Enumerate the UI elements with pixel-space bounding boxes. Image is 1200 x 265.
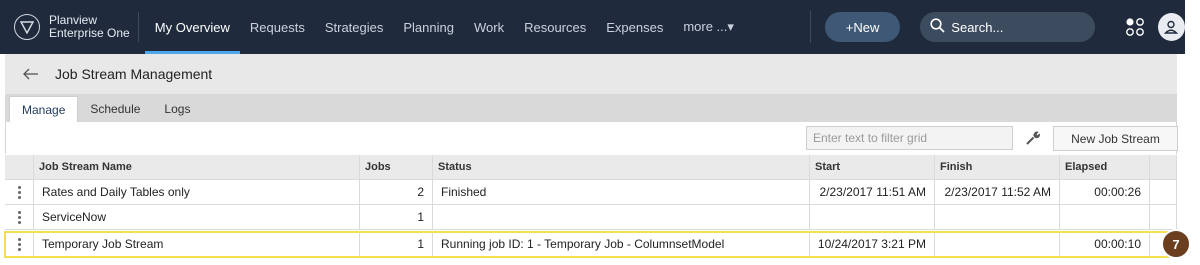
table-row[interactable]: Rates and Daily Tables only 2 Finished 2… xyxy=(5,180,1177,205)
cell-jobs: 2 xyxy=(360,180,433,205)
logo-line-1: Planview xyxy=(49,13,98,27)
page-header: Job Stream Management xyxy=(5,54,1177,94)
cell-jobs: 1 xyxy=(360,232,433,257)
callout-badge: 7 xyxy=(1161,229,1191,259)
nav-divider xyxy=(137,12,139,42)
nav-planning[interactable]: Planning xyxy=(393,0,464,54)
cell-finish xyxy=(935,232,1060,257)
cell-finish: 2/23/2017 11:52 AM xyxy=(935,180,1060,205)
top-navigation-bar: Planview Enterprise One My Overview Requ… xyxy=(0,0,1185,54)
row-menu-icon[interactable] xyxy=(5,205,34,230)
logo-text: Planview Enterprise One xyxy=(49,14,130,40)
cell-start: 2/23/2017 11:51 AM xyxy=(810,180,935,205)
tab-logs[interactable]: Logs xyxy=(152,96,202,122)
header-menu-cell xyxy=(5,155,34,180)
nav-requests[interactable]: Requests xyxy=(240,0,315,54)
wrench-icon[interactable] xyxy=(1025,130,1041,146)
apps-icon[interactable] xyxy=(1125,16,1146,38)
tab-manage[interactable]: Manage xyxy=(9,96,79,122)
search-icon xyxy=(930,18,945,36)
table-row[interactable]: ServiceNow 1 xyxy=(5,205,1177,230)
tab-bar: Manage Schedule Logs xyxy=(5,94,1177,122)
cell-jobs: 1 xyxy=(360,205,433,230)
cell-elapsed xyxy=(1060,205,1150,230)
page-title: Job Stream Management xyxy=(55,66,213,82)
cell-name: Temporary Job Stream xyxy=(34,232,360,257)
cell-finish xyxy=(935,205,1060,230)
user-icon[interactable] xyxy=(1157,13,1185,41)
cell-name: ServiceNow xyxy=(34,205,360,230)
row-filler-cell xyxy=(1150,205,1177,230)
search-placeholder: Search... xyxy=(951,19,1004,35)
global-search-box[interactable]: Search... xyxy=(920,12,1095,42)
cell-status xyxy=(433,205,810,230)
grid-toolbar: New Job Stream xyxy=(5,122,1178,154)
new-job-stream-button[interactable]: New Job Stream xyxy=(1053,126,1178,151)
filter-grid-input[interactable] xyxy=(806,126,1013,150)
nav-strategies[interactable]: Strategies xyxy=(315,0,394,54)
column-header-elapsed[interactable]: Elapsed xyxy=(1060,155,1150,180)
cell-status: Finished xyxy=(433,180,810,205)
column-header-jobs[interactable]: Jobs xyxy=(360,155,433,180)
cell-elapsed: 00:00:10 xyxy=(1060,232,1150,257)
header-filler-cell xyxy=(1150,155,1177,180)
row-menu-icon[interactable] xyxy=(5,232,34,257)
cell-status: Running job ID: 1 - Temporary Job - Colu… xyxy=(433,232,810,257)
logo-line-2: Enterprise One xyxy=(49,26,130,40)
nav-work[interactable]: Work xyxy=(464,0,514,54)
tab-schedule[interactable]: Schedule xyxy=(78,96,152,122)
column-header-status[interactable]: Status xyxy=(433,155,810,180)
nav-divider xyxy=(809,11,811,43)
cell-elapsed: 00:00:26 xyxy=(1060,180,1150,205)
column-header-start[interactable]: Start xyxy=(810,155,935,180)
row-filler-cell xyxy=(1150,180,1177,205)
column-header-finish[interactable]: Finish xyxy=(935,155,1060,180)
row-menu-icon[interactable] xyxy=(5,180,34,205)
nav-expenses[interactable]: Expenses xyxy=(596,0,673,54)
cell-start: 10/24/2017 3:21 PM xyxy=(810,232,935,257)
cell-start xyxy=(810,205,935,230)
nav-more-menu[interactable]: more ...▾ xyxy=(673,0,744,54)
table-row-highlighted[interactable]: Temporary Job Stream 1 Running job ID: 1… xyxy=(4,231,1178,258)
new-button[interactable]: +New xyxy=(824,12,901,42)
logo-triangle-icon xyxy=(14,14,40,40)
app-logo[interactable]: Planview Enterprise One xyxy=(14,14,136,40)
nav-my-overview[interactable]: My Overview xyxy=(144,0,241,54)
grid-header-row: Job Stream Name Jobs Status Start Finish… xyxy=(5,155,1177,180)
nav-resources[interactable]: Resources xyxy=(514,0,596,54)
back-arrow-icon[interactable] xyxy=(23,64,43,84)
cell-name: Rates and Daily Tables only xyxy=(34,180,360,205)
column-header-name[interactable]: Job Stream Name xyxy=(34,155,360,180)
